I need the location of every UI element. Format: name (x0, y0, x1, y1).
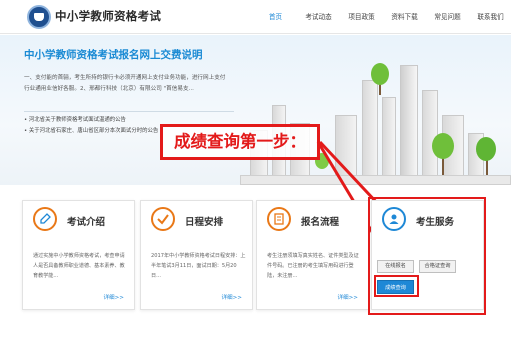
divider (24, 111, 234, 112)
card-title[interactable]: 日程安排 (185, 214, 223, 228)
card-header: 报名流程 (257, 201, 368, 236)
nav-item-home[interactable]: 首页 (254, 0, 297, 34)
banner-text-line: 一、支付能的首骊，考生所持的银行卡必须开通网上支付业务功能，进行网上支付 (24, 75, 226, 81)
card-more-link[interactable]: 详细>> (103, 293, 124, 301)
nav-item-downloads[interactable]: 资料下载 (383, 0, 426, 34)
card-header: 日程安排 (141, 201, 252, 236)
nav-item-exam-news[interactable]: 考试动态 (297, 0, 340, 34)
logo-icon[interactable] (27, 5, 51, 29)
header: 中小学教师资格考试 首页 考试动态 项目政策 资料下载 常见问题 联系我们 (0, 0, 511, 34)
card-more-link[interactable]: 详细>> (337, 293, 358, 301)
banner: 中小学教师资格考试报名网上交费说明 一、支付能的首骊，考生所持的银行卡必须开通网… (0, 35, 511, 185)
notice-link[interactable]: • 河北省关于教师资格考试面试温通的公告 (24, 115, 126, 123)
highlight-box-button (374, 275, 419, 297)
highlight-box (368, 197, 486, 315)
notice-link[interactable]: • 关于河北省石家庄、唐山省区部分本次面试分时的公告 (24, 126, 158, 134)
callout-step-one: 成绩查询第一步： (160, 124, 320, 160)
banner-text: 一、支付能的首骊，考生所持的银行卡必须开通网上支付业务功能，进行网上支付 行业通… (24, 73, 239, 95)
building (382, 97, 396, 185)
banner-title: 中小学教师资格考试报名网上交费说明 (24, 49, 203, 61)
card-header: 考试介绍 (23, 201, 134, 236)
card-more-link[interactable]: 详细>> (221, 293, 242, 301)
nav-item-policy[interactable]: 项目政策 (340, 0, 383, 34)
tree (371, 63, 389, 85)
street (240, 175, 511, 185)
banner-text-line: 行业通用业信好各服。2、邢都行科技（北京）有限公司 "首信易支... (24, 86, 194, 92)
building (362, 80, 378, 185)
card-title[interactable]: 考试介绍 (67, 214, 105, 228)
card-title[interactable]: 报名流程 (301, 214, 339, 228)
card-registration-process: 报名流程 考生注册须填写真实姓名、证件类型及证件号码。已注册的考生填写用码进行登… (256, 200, 369, 310)
nav-item-faq[interactable]: 常见问题 (426, 0, 469, 34)
card-schedule: 日程安排 2017年中小学教师资格考试日程安排：上半年笔试3月11日，面试日期：… (140, 200, 253, 310)
building (400, 65, 418, 185)
checkmark-icon (151, 207, 175, 231)
city-illustration (240, 55, 511, 185)
card-description: 考生注册须填写真实姓名、证件类型及证件号码。已注册的考生填写用码进行登陆，未注册… (267, 253, 359, 279)
site-title[interactable]: 中小学教师资格考试 (55, 8, 161, 24)
nav-item-contact[interactable]: 联系我们 (469, 0, 511, 34)
pencil-icon (33, 207, 57, 231)
card-description: 通过实施中小学教师资格考试，考查申请人是否具备教师职业道德、基本素养、教育教学能… (33, 253, 125, 279)
card-description: 2017年中小学教师资格考试日程安排：上半年笔试3月11日，面试日期：5月20日… (151, 253, 246, 279)
main-nav: 首页 考试动态 项目政策 资料下载 常见问题 联系我们 (254, 0, 511, 34)
card-exam-intro: 考试介绍 通过实施中小学教师资格考试，考查申请人是否具备教师职业道德、基本素养、… (22, 200, 135, 310)
tree (476, 137, 496, 161)
tree (432, 133, 454, 159)
document-icon (267, 207, 291, 231)
